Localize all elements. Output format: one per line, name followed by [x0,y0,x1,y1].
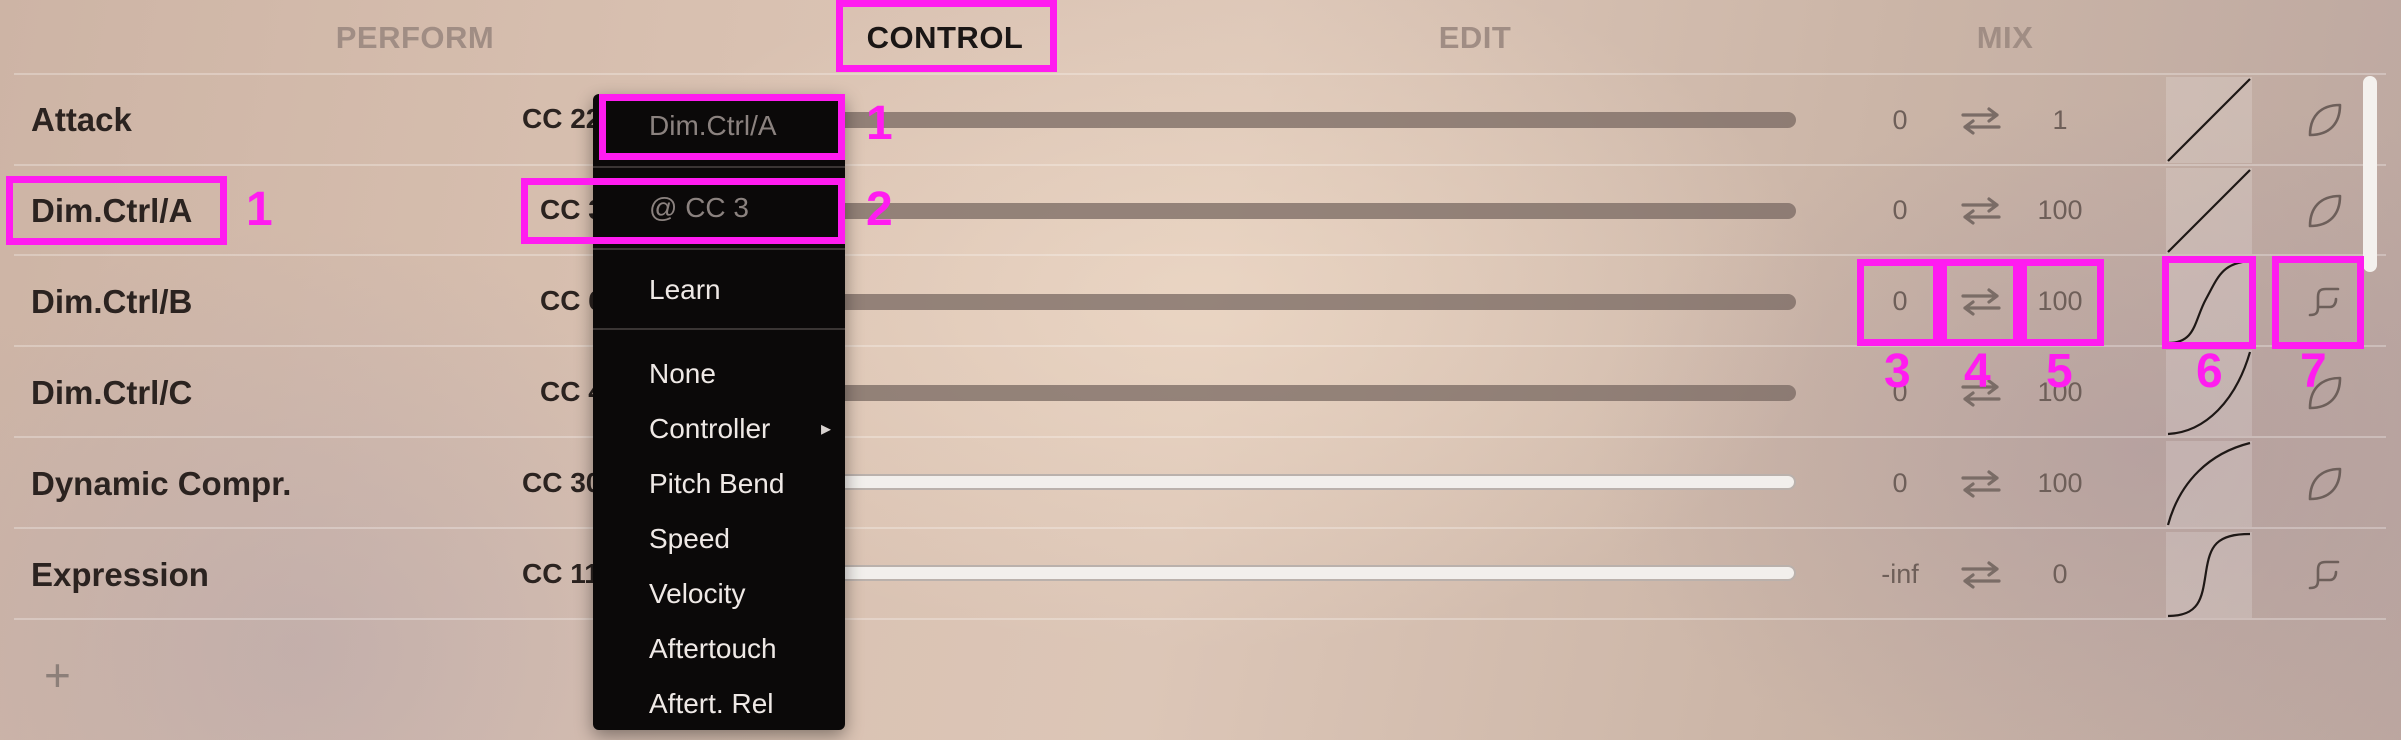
leaf-icon[interactable] [2304,463,2346,505]
row-divider [14,527,2386,529]
menu-item-velocity[interactable]: Velocity [649,574,746,614]
annotation-label-5: 5 [2046,345,2073,398]
min-value-dim-ctrl-a[interactable]: 0 [1850,190,1950,230]
swap-icon[interactable] [1951,100,2011,140]
highlight-control-tab [836,0,1057,72]
max-value-attack[interactable]: 1 [2010,100,2110,140]
min-value-expression[interactable]: -inf [1850,554,1950,594]
menu-item-none[interactable]: None [649,354,716,394]
menu-item-aftert-rel[interactable]: Aftert. Rel [649,684,773,724]
linear-curve-icon[interactable] [2166,77,2252,163]
slider-expression[interactable] [830,565,1796,581]
min-value-dynamic-compr[interactable]: 0 [1850,463,1950,503]
logarithmic-curve-icon[interactable] [2166,441,2252,527]
s-curve-icon[interactable] [2166,532,2252,618]
slider-dynamic-compr[interactable] [830,474,1796,490]
menu-separator [593,166,845,168]
highlight-row-name [6,176,227,245]
row-divider [14,436,2386,438]
highlight-curve [2162,256,2256,349]
highlight-min-value [1857,259,1940,346]
leaf-icon[interactable] [2304,99,2346,141]
swap-icon[interactable] [1951,463,2011,503]
menu-separator [593,328,845,330]
row-name-dynamic-compr: Dynamic Compr. [31,465,292,502]
annotation-label-4: 4 [1964,345,1991,398]
row-name-expression: Expression [31,556,209,593]
highlight-menu-header [599,94,845,160]
highlight-shape [2272,256,2364,349]
menu-item-learn[interactable]: Learn [649,270,721,310]
row-cc-attack[interactable]: CC 22 [522,99,601,139]
min-value-attack[interactable]: 0 [1850,100,1950,140]
max-value-dim-ctrl-a[interactable]: 100 [2010,190,2110,230]
tab-perform[interactable]: PERFORM [270,14,560,62]
max-value-expression[interactable]: 0 [2010,554,2110,594]
swap-icon[interactable] [1951,554,2011,594]
step-icon[interactable] [2304,554,2346,596]
annotation-label-3: 3 [1884,345,1911,398]
annotation-label-2: 2 [866,183,893,236]
slider-dim-ctrl-c[interactable] [830,385,1796,401]
slider-dim-ctrl-a[interactable] [830,203,1796,219]
menu-item-pitch-bend[interactable]: Pitch Bend [649,464,784,504]
row-divider [14,254,2386,256]
max-value-dynamic-compr[interactable]: 100 [2010,463,2110,503]
swap-icon[interactable] [1951,190,2011,230]
menu-item-controller[interactable]: Controller [649,409,770,449]
submenu-arrow-icon: ▸ [821,418,832,440]
menu-item-aftertouch[interactable]: Aftertouch [649,629,777,669]
row-name-attack: Attack [31,101,132,138]
row-divider [14,73,2386,75]
menu-item-speed[interactable]: Speed [649,519,730,559]
add-row-button[interactable]: + [44,648,71,702]
highlight-max-value [2020,259,2104,346]
highlight-swap-button [1940,259,2020,346]
annotation-label-1: 1 [246,183,273,236]
annotation-label-1: 1 [866,97,893,150]
row-name-dim-ctrl-b: Dim.Ctrl/B [31,283,193,320]
tab-edit[interactable]: EDIT [1330,14,1620,62]
row-name-dim-ctrl-c: Dim.Ctrl/C [31,374,193,411]
slider-attack[interactable] [830,112,1796,128]
linear-curve-icon[interactable] [2166,168,2252,254]
row-divider [14,164,2386,166]
annotation-label-7: 7 [2300,345,2327,398]
row-divider [14,618,2386,620]
tab-mix[interactable]: MIX [1860,14,2150,62]
leaf-icon[interactable] [2304,190,2346,232]
highlight-cc-assignment [521,178,845,244]
row-cc-expression[interactable]: CC 11 [522,554,600,594]
menu-separator [593,248,845,250]
annotation-label-6: 6 [2196,345,2223,398]
row-cc-dynamic-compr[interactable]: CC 30 [522,463,601,503]
slider-dim-ctrl-b[interactable] [830,294,1796,310]
scrollbar-thumb[interactable] [2363,76,2377,272]
